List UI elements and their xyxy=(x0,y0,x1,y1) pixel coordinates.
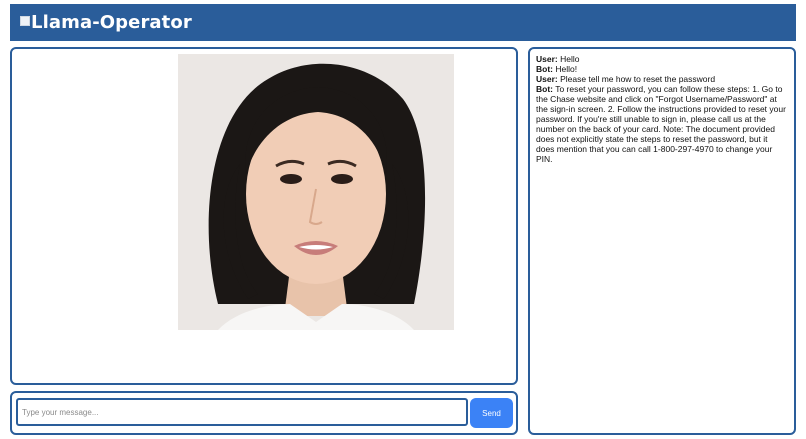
speaker-label: Bot: xyxy=(536,64,553,74)
message-text: Please tell me how to reset the password xyxy=(560,74,716,84)
app-title: Llama-Operator xyxy=(31,12,192,33)
chat-message: Bot: Hello! xyxy=(536,64,788,74)
avatar-face-icon xyxy=(178,54,454,330)
chat-message: User: Please tell me how to reset the pa… xyxy=(536,74,788,84)
speaker-label: User: xyxy=(536,74,558,84)
message-text: To reset your password, you can follow t… xyxy=(536,84,786,164)
message-composer: Send xyxy=(10,391,518,435)
message-text: Hello! xyxy=(555,64,578,74)
send-button[interactable]: Send xyxy=(470,398,513,428)
chat-message: Bot: To reset your password, you can fol… xyxy=(536,84,788,164)
speaker-label: User: xyxy=(536,54,558,64)
broken-image-icon xyxy=(20,15,30,26)
app-header: Llama-Operator xyxy=(10,4,796,41)
message-text: Hello xyxy=(560,54,580,64)
video-panel xyxy=(10,47,518,385)
chat-message: User: Hello xyxy=(536,54,788,64)
speaker-label: Bot: xyxy=(536,84,553,94)
chat-transcript: User: Hello Bot: Hello! User: Please tel… xyxy=(528,47,796,435)
message-input[interactable] xyxy=(16,398,468,426)
